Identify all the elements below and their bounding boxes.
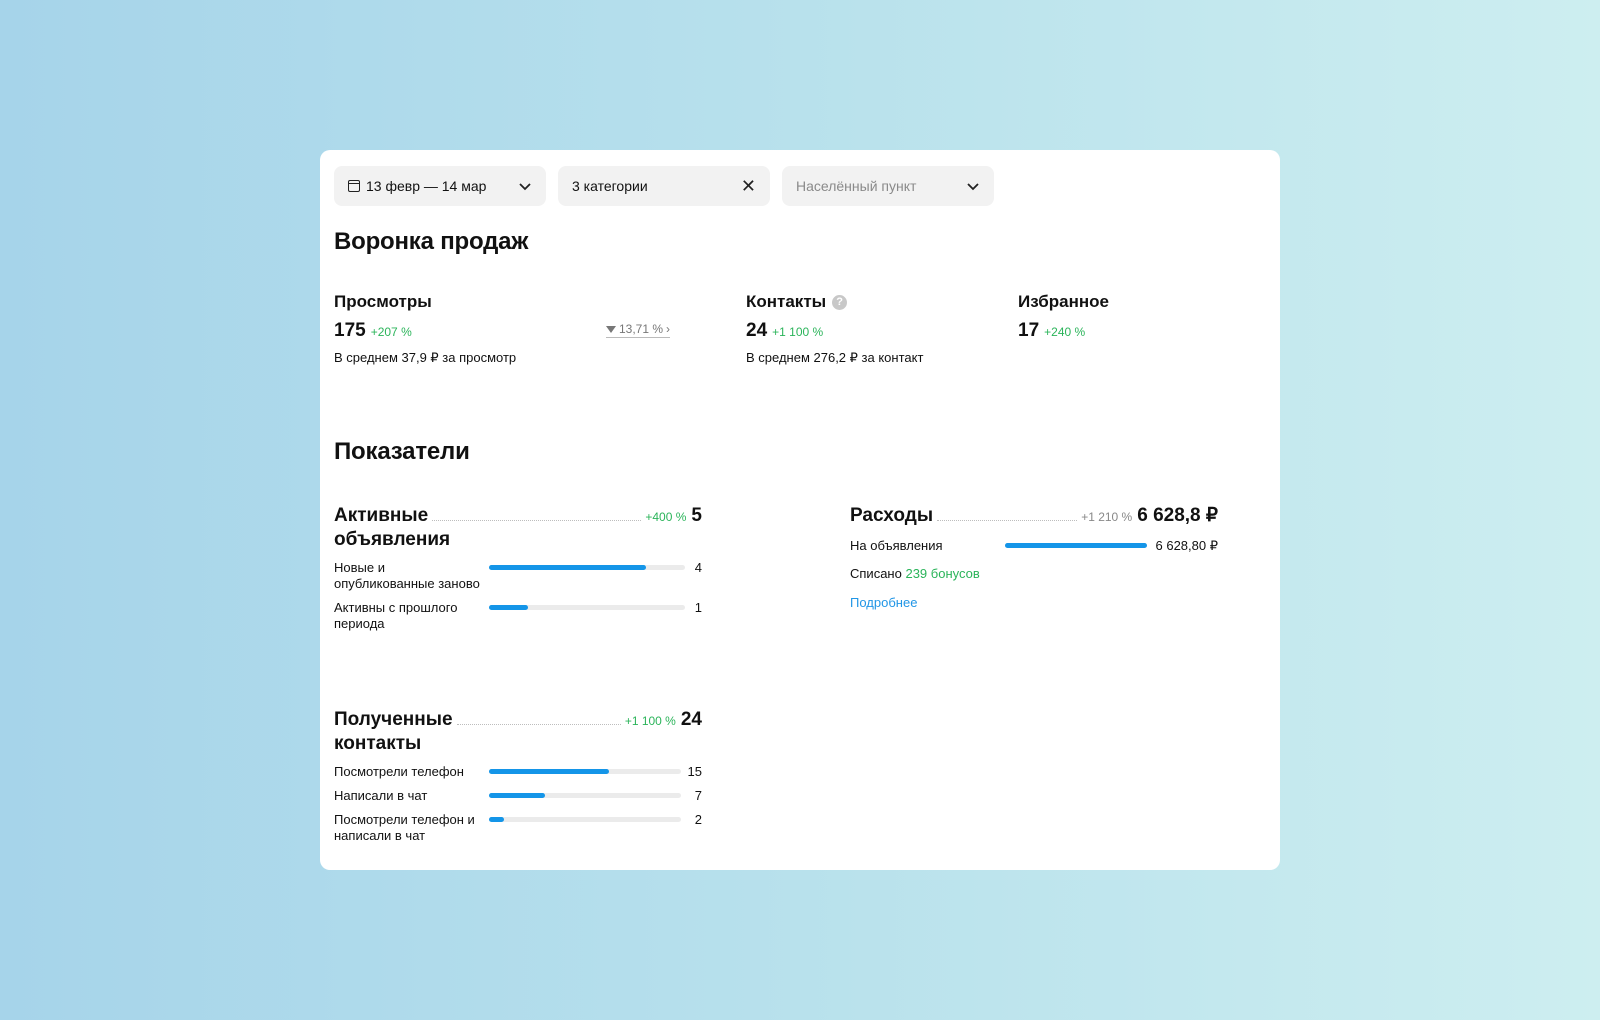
expenses-ads-row: На объявления 6 628,80 ₽: [850, 538, 1218, 554]
active-ads-title: Активные: [334, 505, 429, 526]
expenses-ads-label: На объявления: [850, 538, 943, 553]
contacts-label: Контакты: [746, 292, 827, 311]
contacts-value: 24: [746, 320, 768, 341]
metric-row-label: Написали в чат: [334, 788, 428, 803]
favorites-metric: Избранное 17 +240 %: [1018, 292, 1109, 342]
contacts-block-title: Полученные: [334, 709, 453, 730]
contacts-metric: Контакты ? 24 +1 100 % В среднем 276,2 ₽…: [746, 292, 923, 366]
metric-row-value: 1: [694, 600, 702, 615]
funnel-icon: [606, 325, 616, 333]
contacts-block: Полученные +1 100 % 24 контакты Посмотре…: [334, 708, 702, 844]
help-icon[interactable]: ?: [832, 294, 848, 310]
views-label: Просмотры: [334, 292, 432, 311]
metric-row-bar: [489, 788, 681, 798]
city-filter-placeholder: Населённый пункт: [796, 178, 917, 194]
contacts-block-total: 24: [680, 709, 702, 730]
favorites-label: Избранное: [1018, 292, 1109, 311]
views-change: +207 %: [370, 325, 412, 339]
views-value: 175: [334, 320, 366, 341]
more-link[interactable]: Подробнее: [850, 595, 1218, 610]
metric-row-bar: [489, 764, 681, 774]
conversion-value: 13,71 %: [619, 322, 664, 336]
close-icon[interactable]: ✕: [741, 177, 756, 195]
funnel-title: Воронка продаж: [334, 228, 529, 255]
expenses-ads-bar: [1005, 538, 1147, 548]
active-ads-title-line2: объявления: [334, 529, 451, 550]
contacts-avg: В среднем 276,2 ₽ за контакт: [746, 350, 924, 365]
metric-row: Посмотрели телефон и написали в чат 2: [334, 812, 702, 844]
metric-row: Активны с прошлого периода 1: [334, 600, 702, 632]
calendar-icon: [348, 180, 360, 192]
metric-row: Посмотрели телефон 15: [334, 764, 702, 780]
expenses-ads-value: 6 628,80 ₽: [1155, 538, 1219, 553]
chevron-down-icon: [519, 183, 531, 191]
metric-row-value: 7: [694, 788, 702, 803]
metric-row: Новые и опубликованные заново 4: [334, 560, 702, 592]
active-ads-total: 5: [691, 505, 702, 526]
chevron-right-icon: ›: [666, 322, 671, 336]
expenses-total: 6 628,8 ₽: [1137, 505, 1218, 526]
category-filter-value: 3 категории: [572, 178, 648, 194]
city-filter[interactable]: Населённый пункт: [782, 166, 994, 206]
active-ads-block: Активные +400 % 5 объявления Новые и опу…: [334, 504, 702, 632]
conversion-link[interactable]: 13,71 % ›: [606, 322, 671, 338]
metric-row-label: Активны с прошлого периода: [334, 600, 458, 631]
bonus-link[interactable]: 239 бонусов: [905, 566, 979, 581]
dashboard-card: 13 февр — 14 мар 3 категории ✕ Населённы…: [320, 150, 1280, 870]
metric-row-label: Посмотрели телефон и написали в чат: [334, 812, 475, 843]
category-filter[interactable]: 3 категории ✕: [558, 166, 770, 206]
contacts-change: +1 100 %: [772, 325, 824, 339]
contacts-block-change: +1 100 %: [624, 714, 676, 728]
metric-row-label: Посмотрели телефон: [334, 764, 464, 779]
metric-row-value: 4: [694, 560, 702, 575]
favorites-value: 17: [1018, 320, 1040, 341]
expenses-title: Расходы: [850, 505, 934, 526]
metric-row-bar: [489, 812, 681, 822]
date-range-filter[interactable]: 13 февр — 14 мар: [334, 166, 546, 206]
date-range-value: 13 февр — 14 мар: [366, 178, 487, 194]
metric-row-bar: [489, 600, 685, 610]
metric-row-label: Новые и опубликованные заново: [334, 560, 480, 591]
favorites-change: +240 %: [1044, 325, 1086, 339]
chevron-down-icon: [967, 183, 979, 191]
expenses-change: +1 210 %: [1081, 510, 1133, 524]
contacts-block-title-line2: контакты: [334, 733, 422, 754]
metric-row: Написали в чат 7: [334, 788, 702, 804]
metric-row-value: 2: [694, 812, 702, 827]
views-metric: Просмотры 175 +207 % В среднем 37,9 ₽ за…: [334, 292, 516, 366]
bonus-row: Списано 239 бонусов: [850, 566, 1218, 581]
views-avg: В среднем 37,9 ₽ за просмотр: [334, 350, 517, 365]
active-ads-change: +400 %: [645, 510, 687, 524]
metric-row-value: 15: [687, 764, 702, 779]
expenses-block: Расходы +1 210 % 6 628,8 ₽ На объявления…: [850, 504, 1218, 610]
metric-row-bar: [489, 560, 685, 570]
bonus-prefix: Списано: [850, 566, 902, 581]
metrics-title: Показатели: [334, 438, 470, 465]
